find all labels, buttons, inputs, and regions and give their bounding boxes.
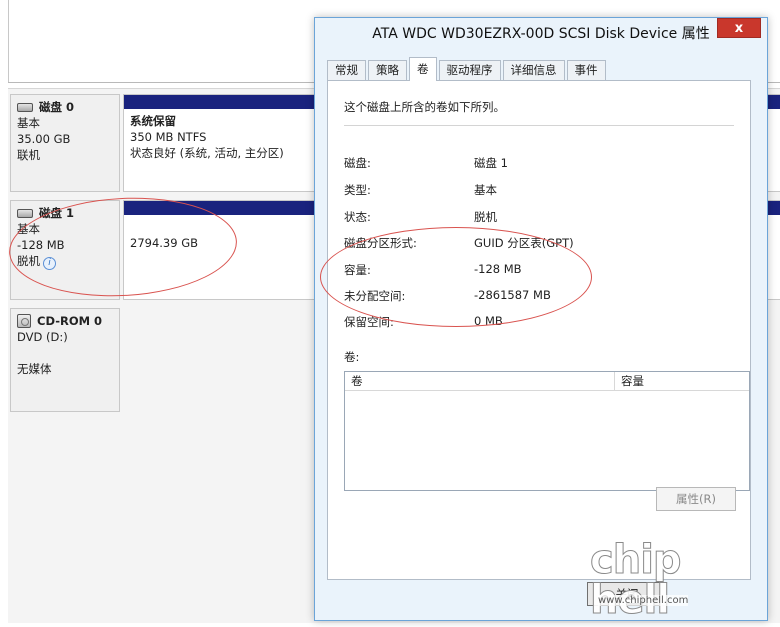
tab-events[interactable]: 事件 bbox=[566, 60, 606, 80]
disk-status: 联机 bbox=[17, 148, 40, 162]
property-key: 状态: bbox=[344, 210, 371, 224]
volumes-list-header: 卷 容量 bbox=[345, 372, 749, 391]
property-key: 磁盘: bbox=[344, 156, 371, 170]
tab-policies[interactable]: 策略 bbox=[368, 60, 407, 80]
disk-name: 磁盘 1 bbox=[39, 206, 75, 220]
watermark: chip hell www.chiphell.com bbox=[590, 540, 780, 627]
separator bbox=[344, 125, 734, 126]
close-button[interactable]: x bbox=[717, 18, 761, 38]
property-value: -128 MB bbox=[474, 262, 522, 276]
disk-size: 35.00 GB bbox=[17, 132, 71, 146]
property-key: 容量: bbox=[344, 263, 371, 277]
tab-strip: 常规 策略 卷 驱动程序 详细信息 事件 bbox=[327, 57, 608, 81]
property-value: 0 MB bbox=[474, 314, 503, 328]
watermark-url: www.chiphell.com bbox=[598, 595, 689, 606]
properties-dialog: ATA WDC WD30EZRX-00D SCSI Disk Device 属性… bbox=[314, 17, 768, 621]
divider bbox=[8, 0, 9, 82]
disk-name: 磁盘 0 bbox=[39, 100, 75, 114]
disk-label-1[interactable]: 磁盘 1 基本 -128 MB 脱机 i bbox=[10, 200, 120, 300]
disk-status: 无媒体 bbox=[17, 362, 52, 376]
column-header-volume[interactable]: 卷 bbox=[345, 372, 615, 390]
tab-driver[interactable]: 驱动程序 bbox=[438, 60, 501, 80]
property-key: 磁盘分区形式: bbox=[344, 236, 417, 250]
property-value: -2861587 MB bbox=[474, 288, 551, 302]
info-icon[interactable]: i bbox=[43, 257, 56, 270]
property-value: GUID 分区表(GPT) bbox=[474, 236, 574, 250]
cdrom-icon bbox=[17, 314, 31, 328]
disk-name: CD-ROM 0 bbox=[37, 314, 103, 328]
watermark-logo: chip hell bbox=[590, 537, 683, 621]
disk-offline-icon bbox=[17, 208, 33, 218]
property-value: 基本 bbox=[474, 183, 497, 197]
property-key: 未分配空间: bbox=[344, 289, 406, 303]
disk-type: 基本 bbox=[17, 222, 40, 236]
tab-details[interactable]: 详细信息 bbox=[502, 60, 565, 80]
disk-size: -128 MB bbox=[17, 238, 65, 252]
disk-label-cdrom[interactable]: CD-ROM 0 DVD (D:) 无媒体 bbox=[10, 308, 120, 412]
property-value: 磁盘 1 bbox=[474, 156, 508, 170]
disk-type: DVD (D:) bbox=[17, 330, 68, 344]
property-value: 脱机 bbox=[474, 210, 497, 224]
disk-icon bbox=[17, 102, 33, 112]
volumes-label: 卷: bbox=[344, 350, 360, 364]
tab-panel-volumes: 这个磁盘上所含的卷如下所列。 磁盘: 磁盘 1 类型: 基本 状态: 脱机 磁盘… bbox=[320, 80, 751, 580]
disk-label-0[interactable]: 磁盘 0 基本 35.00 GB 联机 bbox=[10, 94, 120, 192]
intro-text: 这个磁盘上所含的卷如下所列。 bbox=[344, 100, 505, 114]
disk-type: 基本 bbox=[17, 116, 40, 130]
tab-volumes[interactable]: 卷 bbox=[409, 57, 437, 81]
volumes-list[interactable]: 卷 容量 bbox=[344, 371, 750, 491]
property-key: 类型: bbox=[344, 183, 371, 197]
column-header-capacity[interactable]: 容量 bbox=[615, 372, 749, 390]
disk-status: 脱机 bbox=[17, 254, 40, 268]
dialog-title: ATA WDC WD30EZRX-00D SCSI Disk Device 属性 bbox=[372, 26, 710, 42]
volume-properties-button[interactable]: 属性(R) bbox=[656, 487, 736, 511]
tab-general[interactable]: 常规 bbox=[327, 60, 366, 80]
property-key: 保留空间: bbox=[344, 315, 394, 329]
